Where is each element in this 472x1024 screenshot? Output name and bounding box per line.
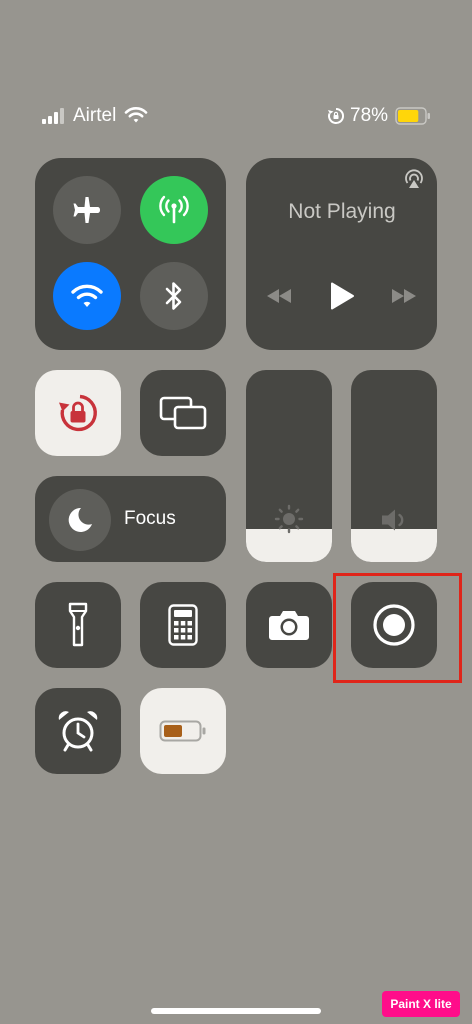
low-power-mode-button[interactable] xyxy=(140,688,226,774)
wifi-icon xyxy=(71,284,103,307)
orientation-lock-icon xyxy=(59,394,97,432)
volume-slider[interactable] xyxy=(351,370,437,562)
antenna-icon xyxy=(159,195,189,224)
battery-icon xyxy=(159,720,206,742)
flashlight-icon xyxy=(68,602,88,647)
signal-bars-icon xyxy=(42,108,64,124)
brightness-level-fill xyxy=(246,529,332,562)
airplane-mode-toggle[interactable] xyxy=(53,176,121,244)
orientation-lock-button[interactable] xyxy=(35,370,121,456)
calculator-icon xyxy=(168,604,198,646)
highlight-box xyxy=(333,573,462,683)
play-icon[interactable] xyxy=(329,282,355,310)
moon-icon xyxy=(68,507,92,532)
battery-percentage: 78% xyxy=(350,105,389,126)
camera-icon xyxy=(269,611,309,640)
focus-icon-circle xyxy=(49,489,111,551)
brightness-icon xyxy=(274,504,304,534)
airplane-icon xyxy=(73,197,100,223)
carrier-name: Airtel xyxy=(73,105,117,126)
home-indicator[interactable] xyxy=(151,1008,321,1014)
cellular-data-toggle[interactable] xyxy=(140,176,208,244)
focus-label: Focus xyxy=(124,508,176,529)
alarm-button[interactable] xyxy=(35,688,121,774)
fast-forward-icon[interactable] xyxy=(390,287,418,305)
screen-mirroring-icon xyxy=(159,396,207,430)
bluetooth-toggle[interactable] xyxy=(140,262,208,330)
camera-button[interactable] xyxy=(246,582,332,668)
speaker-icon xyxy=(382,509,404,531)
flashlight-button[interactable] xyxy=(35,582,121,668)
alarm-clock-icon xyxy=(58,711,98,752)
brightness-slider[interactable] xyxy=(246,370,332,562)
wifi-icon xyxy=(124,107,148,123)
volume-level-fill xyxy=(351,529,437,562)
battery-icon xyxy=(395,107,430,125)
wifi-toggle[interactable] xyxy=(53,262,121,330)
now-playing-title: Not Playing xyxy=(288,200,396,223)
orientation-lock-icon xyxy=(328,107,345,124)
rewind-icon[interactable] xyxy=(265,287,293,305)
screen-mirroring-button[interactable] xyxy=(140,370,226,456)
watermark: Paint X lite xyxy=(382,991,460,1017)
bluetooth-icon xyxy=(165,282,182,310)
airplay-icon[interactable] xyxy=(403,168,425,190)
calculator-button[interactable] xyxy=(140,582,226,668)
